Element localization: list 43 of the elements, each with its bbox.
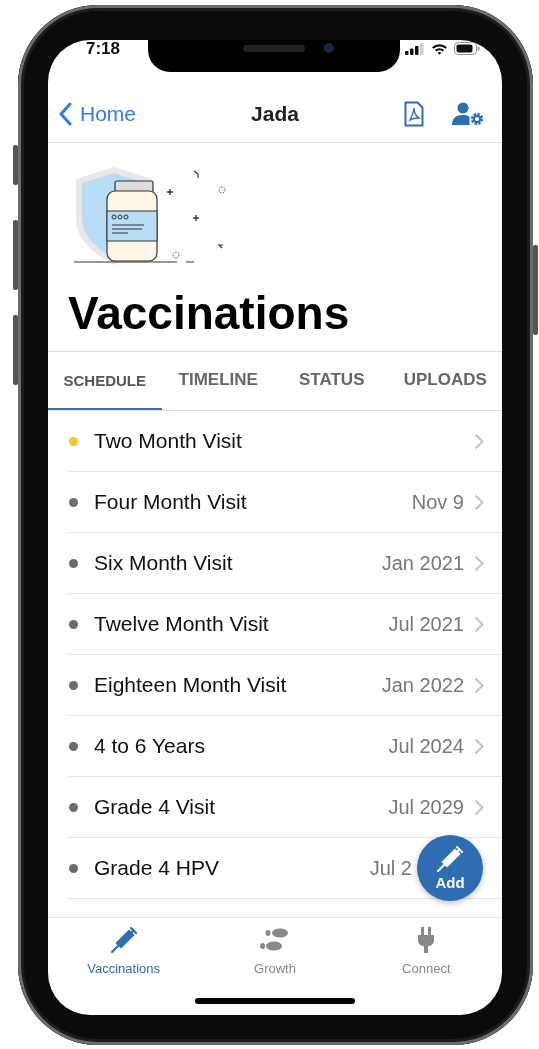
syringe-icon <box>437 845 463 872</box>
battery-icon <box>454 42 480 55</box>
back-chevron-icon <box>58 101 72 126</box>
visit-row[interactable]: Six Month Visit Jan 2021 <box>67 533 502 594</box>
visit-name: Grade 4 HPV <box>94 856 220 880</box>
footprints-icon <box>259 927 291 953</box>
signal-icon <box>405 42 425 55</box>
status-time: 7:18 <box>86 40 121 59</box>
visit-name: Twelve Month Visit <box>94 612 270 636</box>
wifi-icon <box>431 42 448 55</box>
visit-date: Jul 2024 <box>388 734 464 758</box>
tab[interactable]: UPLOADS <box>388 352 502 410</box>
tab[interactable]: TIMELINE <box>161 352 275 410</box>
visit-date: Jan 2022 <box>381 673 464 697</box>
visit-name: Six Month Visit <box>94 551 234 575</box>
pdf-icon[interactable] <box>404 100 424 127</box>
page-title: Vaccinations <box>68 286 351 341</box>
visit-row[interactable]: Two Month Visit <box>67 411 502 472</box>
tab-bar-item[interactable]: Vaccinations <box>48 918 200 976</box>
visit-name: Grade 4 Visit <box>94 795 216 819</box>
syringe-icon <box>110 927 137 953</box>
visit-date: Nov 9 <box>411 490 464 514</box>
visit-date: Jul 2 <box>369 856 412 880</box>
add-button[interactable]: Add <box>417 835 483 901</box>
visit-row[interactable]: Four Month Visit Nov 9 <box>67 472 502 533</box>
nav-title: Jada <box>251 101 299 126</box>
visit-name: Four Month Visit <box>94 490 248 514</box>
tab[interactable]: STATUS <box>275 352 389 410</box>
tab-bar-item[interactable]: Connect <box>350 918 502 976</box>
tab[interactable]: SCHEDULE <box>48 352 162 410</box>
visit-date: Jul 2029 <box>388 795 464 819</box>
visit-name: 4 to 6 Years <box>94 734 206 758</box>
visit-date: Jan 2021 <box>381 551 464 575</box>
tab-bar-item[interactable]: Growth <box>199 918 351 976</box>
visit-name: Eighteen Month Visit <box>94 673 288 697</box>
plug-icon <box>416 927 437 953</box>
user-settings-icon[interactable] <box>452 101 484 126</box>
back-link[interactable]: Home <box>58 101 137 126</box>
visit-date: Jul 2021 <box>388 612 464 636</box>
visit-row[interactable]: Twelve Month Visit Jul 2021 <box>67 594 502 655</box>
visit-row[interactable]: Eighteen Month Visit Jan 2022 <box>67 655 502 716</box>
visit-row[interactable]: 4 to 6 Years Jul 2024 <box>67 716 502 777</box>
visit-name: Two Month Visit <box>94 429 243 453</box>
